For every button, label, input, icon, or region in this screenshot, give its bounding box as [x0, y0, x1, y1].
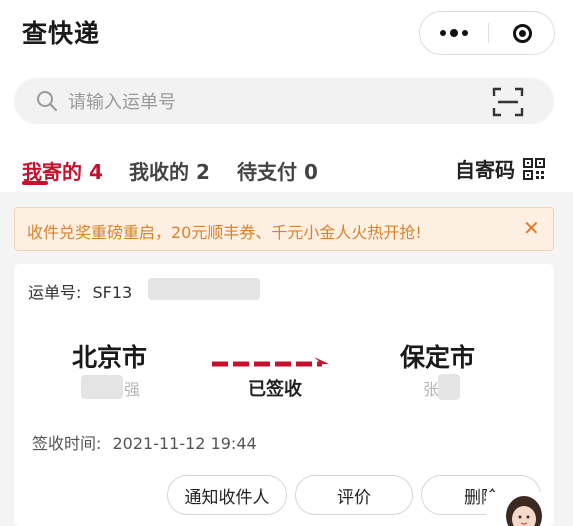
route-arrow-icon — [212, 357, 329, 367]
promo-notice-text: 收件兑奖重磅重启，20元顺丰券、千元小金人火热开抢! — [27, 223, 422, 242]
more-menu-button[interactable] — [420, 12, 488, 54]
active-tab-indicator — [22, 181, 48, 185]
destination-city: 保定市 — [400, 343, 476, 372]
sign-time: 签收时间: 2021-11-12 19:44 — [32, 430, 257, 454]
sender-name: 强 — [124, 380, 141, 399]
waybill-search-input[interactable] — [66, 86, 470, 118]
app-title: 查快递 — [22, 19, 101, 48]
waybill-value: SF13 — [92, 283, 133, 302]
tab-received[interactable]: 我收的 2 — [129, 156, 210, 185]
close-icon[interactable]: ✕ — [523, 216, 540, 240]
search-bar[interactable] — [14, 78, 554, 124]
target-icon — [512, 23, 532, 43]
waybill-label: 运单号: — [28, 283, 82, 302]
close-mini-program-button[interactable] — [489, 12, 555, 54]
more-dot-icon — [440, 30, 446, 36]
self-send-code-link[interactable]: 自寄码 — [455, 154, 545, 183]
sign-time-label: 签收时间: — [32, 434, 102, 453]
more-dot-icon — [462, 30, 468, 36]
search-section — [0, 70, 573, 132]
shipment-tabs: 我寄的 4 我收的 2 待支付 0 自寄码 — [0, 132, 573, 192]
search-icon — [37, 91, 58, 112]
header-bar: 查快递 — [0, 0, 573, 70]
delivery-status: 已签收 — [248, 379, 302, 400]
redacted-waybill — [148, 278, 260, 300]
review-button[interactable]: 评价 — [295, 475, 413, 515]
tab-pending-payment[interactable]: 待支付 0 — [237, 156, 318, 185]
sign-time-value: 2021-11-12 19:44 — [112, 434, 257, 453]
shipment-card[interactable]: 运单号: SF13 北京市 强 已签收 保定市 张 签收时间: 2021-11-… — [14, 264, 554, 526]
self-send-code-label: 自寄码 — [455, 158, 515, 182]
redacted-sender-name — [81, 375, 123, 399]
qr-code-icon — [523, 157, 545, 180]
mini-program-capsule — [419, 11, 555, 55]
recipient-name: 张 — [423, 380, 440, 399]
promo-notice-banner: 收件兑奖重磅重启，20元顺丰券、千元小金人火热开抢! ✕ — [14, 207, 554, 251]
scan-icon[interactable] — [492, 87, 524, 117]
more-dot-icon — [450, 29, 458, 37]
customer-service-avatar[interactable] — [486, 492, 550, 526]
redacted-recipient-name — [438, 374, 460, 400]
waybill-number: 运单号: SF13 — [28, 279, 132, 303]
origin-city: 北京市 — [72, 343, 148, 372]
notify-recipient-button[interactable]: 通知收件人 — [167, 475, 287, 515]
